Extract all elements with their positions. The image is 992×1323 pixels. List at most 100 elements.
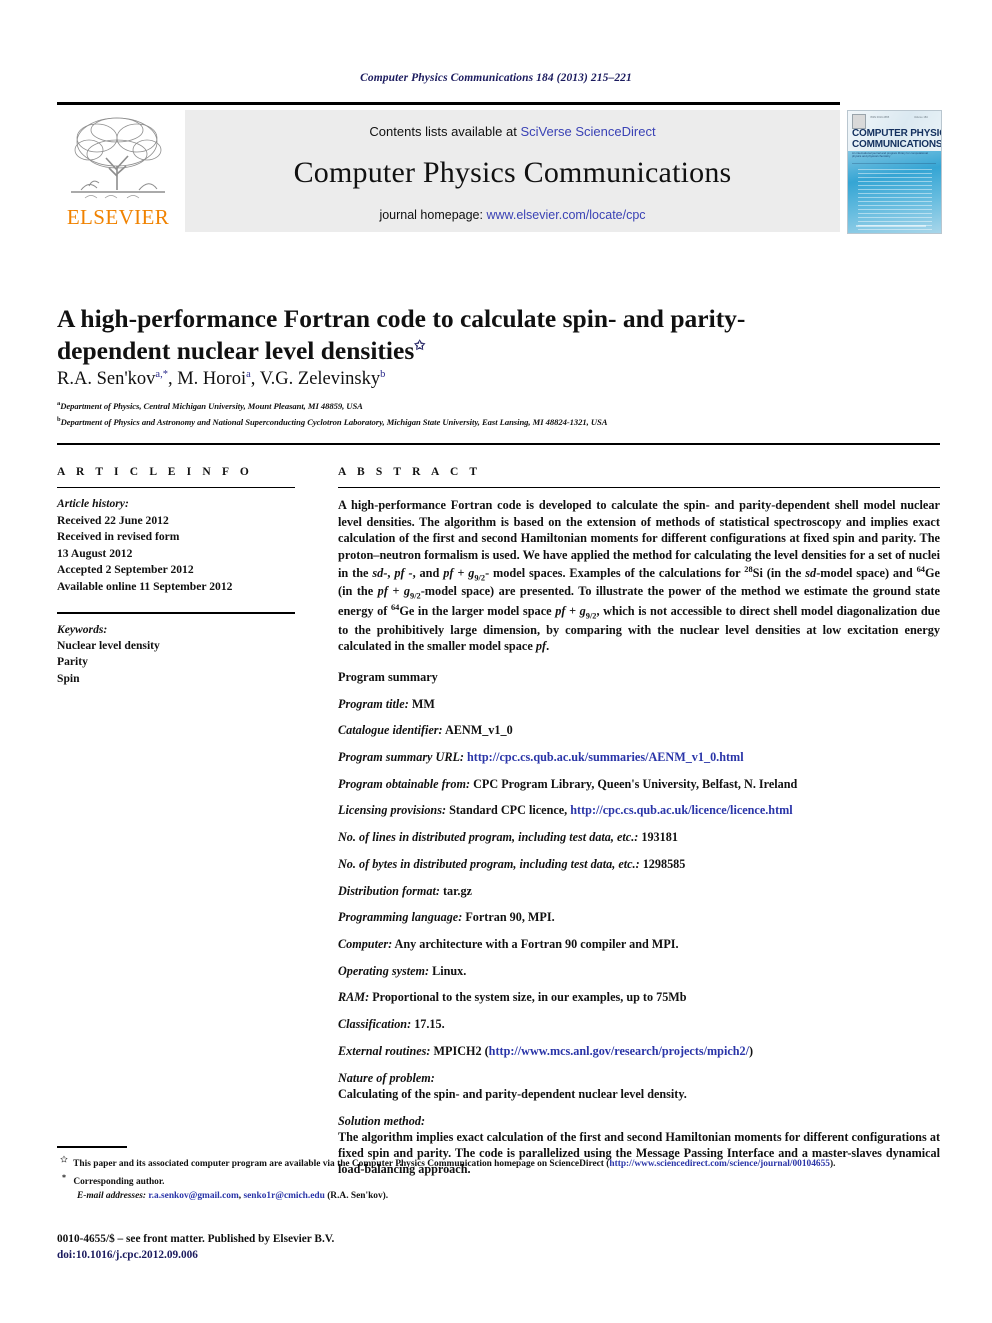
cover-footer-bar — [856, 225, 926, 227]
abstract-heading: A B S T R A C T — [338, 466, 482, 478]
abstract-column: A B S T R A C T A high-performance Fortr… — [338, 466, 940, 1177]
elsevier-tree-icon — [65, 112, 171, 204]
block-label: Solution method: — [338, 1113, 426, 1128]
author-affil-marker[interactable]: a — [246, 369, 251, 380]
program-summary-url-link[interactable]: http://cpc.cs.qub.ac.uk/summaries/AENM_v… — [467, 750, 744, 764]
cover-elsevier-icon — [852, 114, 866, 129]
history-item: Received in revised form — [57, 530, 180, 544]
nature-of-problem-block: Nature of problem: Calculating of the spi… — [338, 1070, 940, 1102]
program-summary-item: Programming language: Fortran 90, MPI. — [338, 909, 940, 925]
article-history: Article history: Received 22 June 2012 R… — [57, 496, 295, 595]
item-label: No. of bytes in distributed program, inc… — [338, 856, 640, 871]
program-summary-list: Program title: MM Catalogue identifier: … — [338, 696, 940, 1178]
article-history-label: Article history: — [57, 497, 129, 511]
star-footnote-text: This paper and its associated computer p… — [71, 1159, 610, 1170]
external-routines-link[interactable]: http://www.mcs.anl.gov/research/projects… — [489, 1044, 749, 1058]
star-footnote-text-after: ). — [829, 1159, 836, 1170]
history-item: 13 August 2012 — [57, 546, 133, 560]
cover-title-line2: COMMUNICATIONS — [852, 139, 942, 150]
model-space-pfg: pf + g — [443, 565, 475, 580]
program-summary-item: Catalogue identifier: AENM_v1_0 — [338, 722, 940, 738]
corresponding-author-text: Corresponding author. — [71, 1177, 165, 1188]
program-summary-item: Distribution format: tar.gz — [338, 883, 940, 899]
journal-homepage-link[interactable]: www.elsevier.com/locate/cpc — [486, 208, 645, 222]
program-summary-item: Operating system: Linux. — [338, 963, 940, 979]
model-space-subscript: 9/2 — [474, 573, 486, 583]
email-label: E-mail addresses: — [77, 1191, 147, 1202]
elsevier-logo: ELSEVIER — [57, 110, 179, 232]
model-space-sd: sd- — [372, 565, 388, 580]
item-label: No. of lines in distributed program, inc… — [338, 830, 639, 845]
model-space-pfg: pf + g — [377, 584, 410, 599]
sciencedirect-journal-link[interactable]: http://www.sciencedirect.com/science/jou… — [609, 1159, 830, 1169]
keyword-item: Spin — [57, 671, 80, 685]
program-summary-item: RAM: Proportional to the system size, in… — [338, 989, 940, 1005]
doi-line[interactable]: doi:10.1016/j.cpc.2012.09.006 — [57, 1247, 334, 1263]
section-divider-rule — [57, 443, 940, 445]
masthead-top-rule — [57, 102, 840, 105]
item-value: Proportional to the system size, in our … — [369, 990, 687, 1005]
item-label: Programming language: — [338, 910, 463, 925]
program-summary-item: Program summary URL: http://cpc.cs.qub.a… — [338, 749, 940, 765]
footnotes: ✩ This paper and its associated computer… — [57, 1154, 940, 1204]
item-value-after: ) — [749, 1043, 754, 1058]
author-name: V.G. Zelevinsky — [259, 369, 381, 390]
block-text: Calculating of the spin- and parity-depe… — [338, 1086, 687, 1101]
item-value: Any architecture with a Fortran 90 compi… — [392, 936, 679, 951]
block-label: Nature of problem: — [338, 1070, 435, 1085]
cover-title-line1: COMPUTER PHYSICS — [852, 128, 941, 139]
keyword-item: Parity — [57, 655, 88, 669]
history-item: Available online 11 September 2012 — [57, 579, 233, 593]
page-title: A high-performance Fortran code to calcu… — [57, 303, 857, 368]
author-affil-marker[interactable]: b — [380, 369, 385, 380]
contents-lists-line: Contents lists available at SciVerse Sci… — [185, 124, 840, 139]
item-label: Licensing provisions: — [338, 803, 447, 818]
isotope-mass-number: 64 — [916, 564, 925, 574]
program-summary-item: Classification: 17.15. — [338, 1016, 940, 1032]
email-link-primary[interactable]: r.a.senkov@gmail.com — [148, 1191, 238, 1201]
item-value: MPICH2 ( — [430, 1043, 489, 1058]
journal-cover-thumbnail: ISSN 0010-4655 Volume 184 COMPUTER PHYSI… — [847, 110, 942, 234]
model-space-pfg: pf + g — [555, 604, 586, 619]
item-value: AENM_v1_0 — [442, 723, 513, 738]
abstract-segment: . — [546, 639, 550, 654]
isotope-symbol: Ge — [924, 565, 940, 580]
footnote-emails: E-mail addresses: r.a.senkov@gmail.com, … — [77, 1190, 940, 1204]
star-footnote-marker: ✩ — [60, 1155, 68, 1164]
model-space-sd: sd — [805, 565, 817, 580]
issn-line: 0010-4655/$ – see front matter. Publishe… — [57, 1233, 335, 1245]
article-title-text: A high-performance Fortran code to calcu… — [57, 304, 746, 366]
article-info-column: A R T I C L E I N F O Article history: R… — [57, 466, 295, 687]
author-affil-marker[interactable]: a,* — [155, 369, 168, 380]
abstract-segment: (in the — [338, 584, 378, 599]
email-link-secondary[interactable]: senko1r@cmich.edu — [243, 1191, 324, 1201]
email-suffix: (R.A. Sen'kov). — [324, 1191, 389, 1202]
affiliation: aDepartment of Physics, Central Michigan… — [57, 400, 927, 411]
abstract-segment: -model space) and — [816, 565, 917, 580]
item-value: 17.15. — [411, 1017, 445, 1032]
sciencedirect-link[interactable]: SciVerse ScienceDirect — [520, 124, 655, 139]
item-label: Distribution format: — [338, 883, 440, 898]
licence-link[interactable]: http://cpc.cs.qub.ac.uk/licence/licence.… — [570, 803, 792, 817]
author-name: M. Horoi — [177, 369, 247, 390]
cover-issn-text: ISSN 0010-4655 — [870, 116, 890, 119]
isotope-mass-number: 28 — [744, 564, 753, 574]
program-summary-heading: Program summary — [338, 670, 438, 685]
affiliation: bDepartment of Physics and Astronomy and… — [57, 416, 927, 427]
model-space-pf: pf — [535, 639, 547, 654]
item-label: Program obtainable from: — [338, 776, 471, 791]
item-value: Linux. — [429, 963, 467, 978]
keyword-item: Nuclear level density — [57, 638, 160, 652]
running-head: Computer Physics Communications 184 (201… — [360, 72, 632, 84]
program-summary-item: Program obtainable from: CPC Program Lib… — [338, 776, 940, 792]
title-footnote-marker: ✩ — [414, 337, 426, 353]
isotope-symbol: Si — [752, 565, 763, 580]
journal-banner: Contents lists available at SciVerse Sci… — [185, 110, 840, 232]
item-label: External routines: — [338, 1043, 431, 1058]
history-item: Received 22 June 2012 — [57, 513, 169, 527]
item-value: CPC Program Library, Queen's University,… — [470, 776, 798, 791]
abstract-text: A high-performance Fortran code is devel… — [338, 497, 940, 655]
history-item: Accepted 2 September 2012 — [57, 563, 194, 577]
program-summary-item: No. of bytes in distributed program, inc… — [338, 856, 940, 872]
item-value: MM — [408, 696, 435, 711]
